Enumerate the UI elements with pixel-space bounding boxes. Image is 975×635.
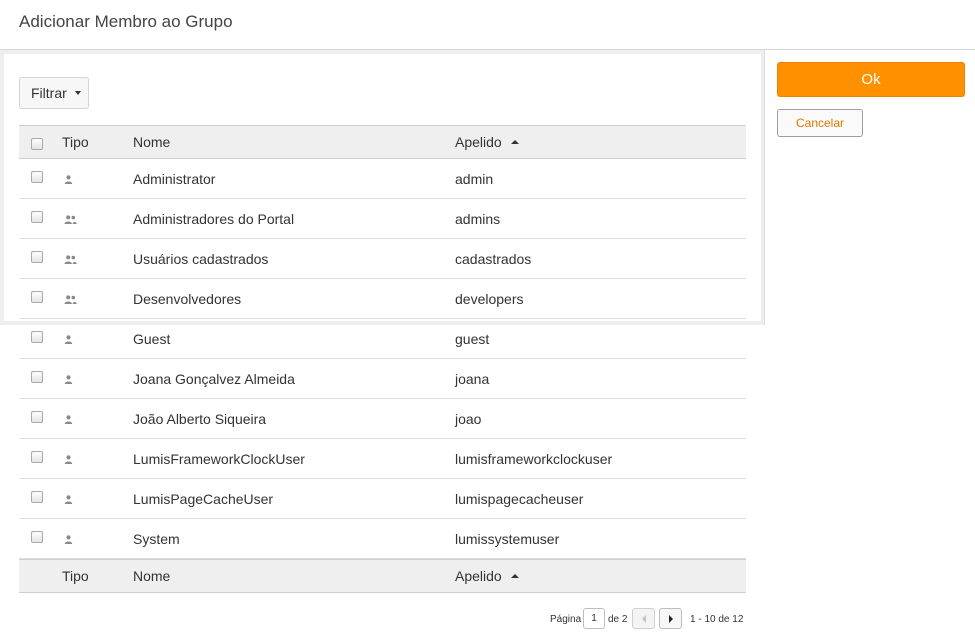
user-icon (64, 331, 73, 347)
page-count-label: de 2 (608, 614, 628, 625)
row-nick: lumissystemuser (455, 530, 560, 547)
row-name: System (133, 530, 180, 547)
table-row[interactable]: LumisPageCacheUser lumispagecacheuser (19, 479, 746, 519)
table-row[interactable]: Joana Gonçalvez Almeida joana (19, 359, 746, 399)
row-name: LumisPageCacheUser (133, 490, 274, 507)
page-label: Página (550, 614, 582, 625)
column-header-type[interactable]: Tipo (62, 126, 122, 158)
cancel-button[interactable]: Cancelar (777, 109, 863, 137)
column-header-name[interactable]: Nome (133, 126, 433, 158)
column-header-nick[interactable]: Apelido (455, 126, 735, 158)
table-row[interactable]: Administradores do Portal admins (19, 199, 746, 239)
table-row[interactable]: Desenvolvedores developers (19, 279, 746, 319)
user-icon (64, 171, 73, 187)
sort-asc-icon (510, 574, 519, 578)
pagination: Página de 2 1 - 10 de 12 (0, 608, 975, 630)
user-icon (64, 451, 73, 467)
row-name: Desenvolvedores (133, 290, 242, 307)
column-footer-name[interactable]: Nome (133, 560, 433, 592)
row-checkbox[interactable] (31, 530, 43, 543)
table-header: Tipo Nome Apelido (19, 125, 746, 159)
row-nick: guest (455, 330, 490, 347)
table-row[interactable]: LumisFrameworkClockUser lumisframeworkclo… (19, 439, 746, 479)
row-checkbox[interactable] (31, 290, 43, 303)
row-nick: admin (455, 170, 494, 187)
row-checkbox[interactable] (31, 450, 43, 463)
page-number-input[interactable] (583, 608, 605, 629)
row-checkbox[interactable] (31, 410, 43, 423)
filter-button[interactable]: Filtrar (19, 77, 89, 109)
next-page-button[interactable] (659, 608, 682, 629)
row-checkbox[interactable] (31, 490, 43, 503)
prev-page-icon (641, 614, 646, 623)
row-name: LumisFrameworkClockUser (133, 450, 305, 467)
row-name: Administradores do Portal (133, 210, 295, 227)
group-icon (64, 211, 77, 227)
column-header-nick-label: Apelido (455, 134, 502, 150)
table-body: Administrator admin Administradores do Por… (19, 159, 746, 559)
filter-button-label: Filtrar (31, 85, 67, 101)
select-all-checkbox[interactable] (31, 137, 43, 150)
column-footer-nick[interactable]: Apelido (455, 560, 735, 592)
row-checkbox[interactable] (31, 250, 43, 263)
table-row[interactable]: Usuários cadastrados cadastrados (19, 239, 746, 279)
row-nick: lumisframeworkclockuser (455, 450, 613, 467)
user-icon (64, 411, 73, 427)
row-name: Guest (133, 330, 171, 347)
column-footer-type[interactable]: Tipo (62, 560, 122, 592)
row-name: Usuários cadastrados (133, 250, 269, 267)
members-table: Tipo Nome Apelido Administrator admin Admi… (19, 125, 746, 593)
result-range: 1 - 10 de 12 (690, 614, 744, 625)
user-icon (64, 531, 73, 547)
column-footer-nick-label: Apelido (455, 568, 502, 584)
row-name: Joana Gonçalvez Almeida (133, 370, 295, 387)
row-nick: lumispagecacheuser (455, 490, 584, 507)
row-checkbox[interactable] (31, 370, 43, 383)
row-name: João Alberto Siqueira (133, 410, 267, 427)
row-nick: cadastrados (455, 250, 532, 267)
table-row[interactable]: João Alberto Siqueira joao (19, 399, 746, 439)
prev-page-button[interactable] (632, 608, 655, 629)
row-checkbox[interactable] (31, 330, 43, 343)
dialog-header: Adicionar Membro ao Grupo (0, 0, 975, 50)
sort-asc-icon (510, 140, 519, 144)
chevron-down-icon (74, 91, 81, 95)
ok-button[interactable]: Ok (777, 62, 965, 97)
table-row[interactable]: Guest guest (19, 319, 746, 359)
row-nick: developers (455, 290, 524, 307)
user-icon (64, 371, 73, 387)
table-row[interactable]: Administrator admin (19, 159, 746, 199)
group-icon (64, 291, 77, 307)
row-nick: joao (455, 410, 482, 427)
user-icon (64, 491, 73, 507)
row-checkbox[interactable] (31, 170, 43, 183)
row-nick: joana (455, 370, 490, 387)
next-page-icon (668, 614, 673, 623)
row-name: Administrator (133, 170, 216, 187)
row-checkbox[interactable] (31, 210, 43, 223)
table-footer: Tipo Nome Apelido (19, 559, 746, 593)
dialog-title: Adicionar Membro ao Grupo (19, 12, 233, 31)
group-icon (64, 251, 77, 267)
row-nick: admins (455, 210, 501, 227)
table-row[interactable]: System lumissystemuser (19, 519, 746, 559)
